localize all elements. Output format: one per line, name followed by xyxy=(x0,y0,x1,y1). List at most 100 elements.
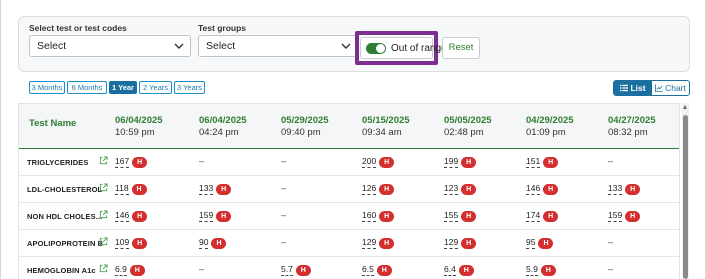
result-value[interactable]: 126 xyxy=(362,183,377,195)
table-row: APOLIPOPROTEIN B 109 H 90 H –129 H 129 H 95 H – xyxy=(19,230,679,257)
test-groups-label: Test groups xyxy=(198,23,247,33)
result-cell: 129 H xyxy=(444,237,477,251)
result-cell: 6.4 H xyxy=(444,264,474,278)
result-cell: – xyxy=(281,183,286,197)
high-flag-badge: H xyxy=(461,237,477,249)
high-flag-badge: H xyxy=(132,237,148,249)
high-flag-badge: H xyxy=(295,264,311,276)
result-cell: 6.5 H xyxy=(362,264,392,278)
reset-button[interactable]: Reset xyxy=(442,37,480,59)
result-value[interactable]: 159 xyxy=(608,210,623,222)
result-value[interactable]: 129 xyxy=(362,237,377,249)
high-flag-badge: H xyxy=(379,210,395,222)
external-link-icon[interactable] xyxy=(99,264,108,273)
result-value[interactable]: 200 xyxy=(362,156,377,168)
result-value[interactable]: 160 xyxy=(362,210,377,222)
date-column-header: 05/29/2025 09:40 pm xyxy=(281,115,329,138)
external-link-icon[interactable] xyxy=(99,237,108,246)
empty-result: – xyxy=(608,237,614,247)
test-name[interactable]: HEMOGLOBIN A1c xyxy=(27,266,96,275)
test-name[interactable]: NON HDL CHOLES... xyxy=(27,212,102,221)
result-cell: 5.9 H xyxy=(526,264,556,278)
test-select[interactable]: Select xyxy=(29,35,191,57)
result-value[interactable]: 5.9 xyxy=(526,264,538,276)
result-value[interactable]: 133 xyxy=(199,183,214,195)
out-of-range-toggle[interactable]: Out of range xyxy=(360,37,447,59)
result-value[interactable]: 146 xyxy=(115,210,130,222)
result-cell: 118 H xyxy=(115,183,147,197)
scroll-up-arrow[interactable] xyxy=(683,105,687,109)
high-flag-badge: H xyxy=(461,210,477,222)
date-column-header: 05/05/2025 02:48 pm xyxy=(444,115,492,138)
external-link-icon[interactable] xyxy=(99,210,108,219)
range-button[interactable]: 3 Years xyxy=(174,81,205,94)
results-table: Test Name 06/04/2025 10:59 pm 06/04/2025 04… xyxy=(18,103,680,279)
result-cell: 159 H xyxy=(608,210,641,224)
empty-result: – xyxy=(281,183,287,193)
chart-icon xyxy=(655,84,663,92)
toggle-switch[interactable] xyxy=(366,43,386,54)
result-value[interactable]: 133 xyxy=(608,183,623,195)
column-time: 09:34 am xyxy=(362,127,402,138)
result-value[interactable]: 174 xyxy=(526,210,541,222)
range-button[interactable]: 6 Months xyxy=(67,81,107,94)
result-value[interactable]: 123 xyxy=(444,183,459,195)
result-value[interactable]: 129 xyxy=(444,237,459,249)
column-time: 01:09 pm xyxy=(526,127,566,138)
external-link-icon[interactable] xyxy=(99,156,108,165)
column-date: 06/04/2025 xyxy=(115,115,163,126)
result-value[interactable]: 90 xyxy=(199,237,209,249)
result-cell: 160 H xyxy=(362,210,395,224)
range-button[interactable]: 3 Months xyxy=(29,81,65,94)
high-flag-badge: H xyxy=(211,237,227,249)
result-value[interactable]: 109 xyxy=(115,237,130,249)
result-cell: 199 H xyxy=(444,156,477,170)
result-cell: 109 H xyxy=(115,237,148,251)
result-value[interactable]: 151 xyxy=(526,156,541,168)
high-flag-badge: H xyxy=(625,210,641,222)
external-link-icon[interactable] xyxy=(99,183,108,192)
scroll-thumb[interactable] xyxy=(683,115,688,279)
test-name[interactable]: APOLIPOPROTEIN B xyxy=(27,239,103,248)
result-cell: – xyxy=(281,156,286,170)
result-value[interactable]: 6.4 xyxy=(444,264,456,276)
high-flag-badge: H xyxy=(543,183,559,195)
high-flag-badge: H xyxy=(379,156,395,168)
high-flag-badge: H xyxy=(132,210,148,222)
high-flag-badge: H xyxy=(216,210,232,222)
chart-view-label: Chart xyxy=(665,83,686,93)
list-icon xyxy=(620,84,629,92)
test-name[interactable]: TRIGLYCERIDES xyxy=(27,158,88,167)
high-flag-badge: H xyxy=(458,264,474,276)
date-column-header: 06/04/2025 10:59 pm xyxy=(115,115,163,138)
table-row: LDL-CHOLESTEROL 118 H 133 H –126 H 123 H 146 H 133 H xyxy=(19,176,679,203)
high-flag-badge: H xyxy=(216,183,232,195)
empty-result: – xyxy=(281,210,287,220)
scrollbar[interactable] xyxy=(682,103,689,279)
chevron-down-icon xyxy=(341,43,351,49)
test-name[interactable]: LDL-CHOLESTEROL xyxy=(27,185,102,194)
range-button[interactable]: 1 Year xyxy=(109,81,137,94)
result-value[interactable]: 5.7 xyxy=(281,264,293,276)
chart-view-button[interactable]: Chart xyxy=(652,81,689,95)
result-value[interactable]: 6.9 xyxy=(115,264,127,276)
result-cell: – xyxy=(608,156,613,170)
test-groups-select[interactable]: Select xyxy=(198,35,358,57)
empty-result: – xyxy=(281,156,287,166)
result-value[interactable]: 167 xyxy=(115,156,130,168)
test-name-header: Test Name xyxy=(29,118,77,129)
result-cell: 167 H xyxy=(115,156,148,170)
result-value[interactable]: 146 xyxy=(526,183,541,195)
result-value[interactable]: 159 xyxy=(199,210,214,222)
result-value[interactable]: 6.5 xyxy=(362,264,374,276)
column-time: 02:48 pm xyxy=(444,127,484,138)
result-value[interactable]: 199 xyxy=(444,156,459,168)
result-value[interactable]: 118 xyxy=(115,183,129,195)
list-view-button[interactable]: List xyxy=(614,81,652,95)
range-button[interactable]: 2 Years xyxy=(139,81,172,94)
column-date: 04/29/2025 xyxy=(526,115,574,126)
result-value[interactable]: 95 xyxy=(526,237,536,249)
result-cell: 129 H xyxy=(362,237,395,251)
column-time: 10:59 pm xyxy=(115,127,155,138)
result-value[interactable]: 155 xyxy=(444,210,459,222)
